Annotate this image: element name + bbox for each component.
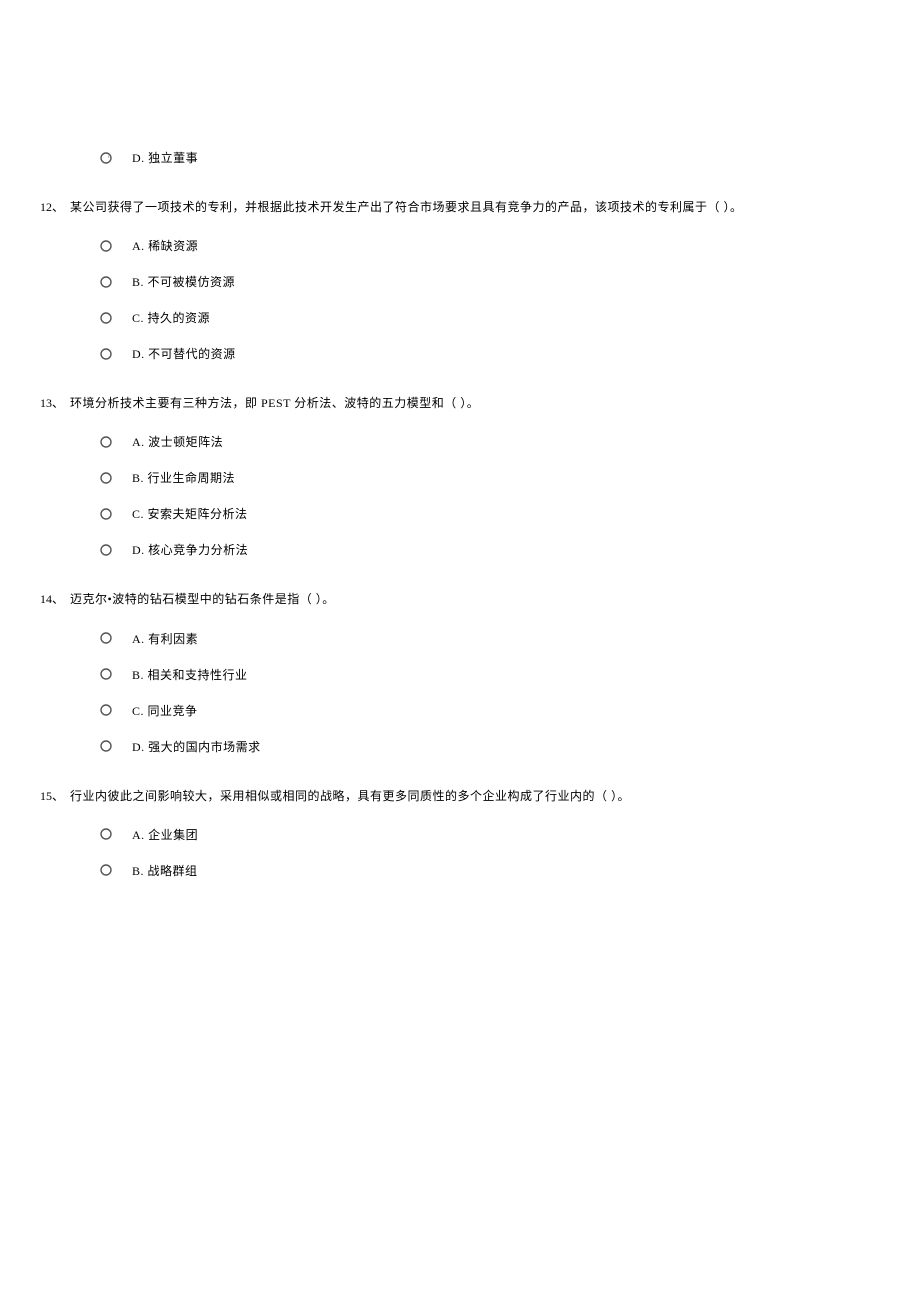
option-text: C. 安索夫矩阵分析法 (132, 505, 248, 522)
answer-option: A. 稀缺资源 (100, 237, 880, 254)
radio-icon[interactable] (100, 472, 112, 484)
option-value: 战略群组 (148, 864, 198, 878)
option-label: D. (132, 151, 145, 165)
answer-option: B. 战略群组 (100, 862, 880, 879)
option-value: 有利因素 (148, 632, 198, 646)
radio-icon[interactable] (100, 312, 112, 324)
answer-option: D. 不可替代的资源 (100, 345, 880, 362)
option-label: C. (132, 704, 144, 718)
option-text: B. 相关和支持性行业 (132, 666, 248, 683)
answer-option: B. 不可被模仿资源 (100, 273, 880, 290)
option-label: A. (132, 435, 145, 449)
option-value: 同业竞争 (148, 704, 198, 718)
answer-option: D. 独立董事 (100, 149, 880, 166)
option-text: D. 强大的国内市场需求 (132, 738, 261, 755)
question-text: 环境分析技术主要有三种方法，即 PEST 分析法、波特的五力模型和（ ）。 (70, 394, 880, 413)
question-text: 迈克尔•波特的钻石模型中的钻石条件是指（ ）。 (70, 590, 880, 609)
question: 15、 行业内彼此之间影响较大，采用相似或相同的战略，具有更多同质性的多个企业构… (40, 787, 880, 806)
question-text: 某公司获得了一项技术的专利，并根据此技术开发生产出了符合市场要求且具有竞争力的产… (70, 198, 880, 217)
option-text: A. 有利因素 (132, 630, 198, 647)
option-text: A. 稀缺资源 (132, 237, 198, 254)
option-text: A. 企业集团 (132, 826, 198, 843)
option-value: 相关和支持性行业 (148, 668, 248, 682)
radio-icon[interactable] (100, 740, 112, 752)
option-value: 独立董事 (148, 151, 198, 165)
answer-option: A. 有利因素 (100, 630, 880, 647)
option-text: C. 持久的资源 (132, 309, 210, 326)
radio-icon[interactable] (100, 508, 112, 520)
option-value: 核心竞争力分析法 (148, 543, 248, 557)
radio-icon[interactable] (100, 704, 112, 716)
page: D. 独立董事 12、 某公司获得了一项技术的专利，并根据此技术开发生产出了符合… (0, 0, 920, 1302)
option-label: C. (132, 311, 144, 325)
option-label: A. (132, 828, 145, 842)
question-number: 15、 (40, 787, 70, 804)
option-text: B. 战略群组 (132, 862, 198, 879)
radio-icon[interactable] (100, 348, 112, 360)
question: 13、 环境分析技术主要有三种方法，即 PEST 分析法、波特的五力模型和（ ）… (40, 394, 880, 413)
option-label: D. (132, 347, 145, 361)
question-number: 14、 (40, 590, 70, 607)
option-value: 强大的国内市场需求 (148, 740, 261, 754)
answer-option: C. 持久的资源 (100, 309, 880, 326)
radio-icon[interactable] (100, 436, 112, 448)
option-text: C. 同业竞争 (132, 702, 198, 719)
answer-option: C. 安索夫矩阵分析法 (100, 505, 880, 522)
option-label: C. (132, 507, 144, 521)
radio-icon[interactable] (100, 864, 112, 876)
option-value: 安索夫矩阵分析法 (148, 507, 248, 521)
radio-icon[interactable] (100, 276, 112, 288)
answer-option: C. 同业竞争 (100, 702, 880, 719)
question: 12、 某公司获得了一项技术的专利，并根据此技术开发生产出了符合市场要求且具有竞… (40, 198, 880, 217)
radio-icon[interactable] (100, 544, 112, 556)
option-value: 企业集团 (148, 828, 198, 842)
option-label: A. (132, 632, 145, 646)
option-label: B. (132, 471, 144, 485)
option-value: 稀缺资源 (148, 239, 198, 253)
option-label: B. (132, 275, 144, 289)
option-text: B. 不可被模仿资源 (132, 273, 235, 290)
question-number: 12、 (40, 198, 70, 215)
option-text: D. 核心竞争力分析法 (132, 541, 248, 558)
option-text: A. 波士顿矩阵法 (132, 433, 223, 450)
answer-option: B. 行业生命周期法 (100, 469, 880, 486)
answer-option: D. 核心竞争力分析法 (100, 541, 880, 558)
option-label: D. (132, 740, 145, 754)
option-label: A. (132, 239, 145, 253)
answer-option: D. 强大的国内市场需求 (100, 738, 880, 755)
question-text: 行业内彼此之间影响较大，采用相似或相同的战略，具有更多同质性的多个企业构成了行业… (70, 787, 880, 806)
answer-option: A. 企业集团 (100, 826, 880, 843)
option-value: 不可被模仿资源 (148, 275, 236, 289)
radio-icon[interactable] (100, 632, 112, 644)
option-text: D. 不可替代的资源 (132, 345, 236, 362)
question-number: 13、 (40, 394, 70, 411)
answer-option: B. 相关和支持性行业 (100, 666, 880, 683)
radio-icon[interactable] (100, 828, 112, 840)
radio-icon[interactable] (100, 668, 112, 680)
answer-option: A. 波士顿矩阵法 (100, 433, 880, 450)
option-value: 波士顿矩阵法 (148, 435, 223, 449)
option-label: B. (132, 864, 144, 878)
option-label: D. (132, 543, 145, 557)
option-value: 不可替代的资源 (148, 347, 236, 361)
radio-icon[interactable] (100, 240, 112, 252)
option-text: D. 独立董事 (132, 149, 198, 166)
option-value: 行业生命周期法 (148, 471, 236, 485)
radio-icon[interactable] (100, 152, 112, 164)
option-value: 持久的资源 (148, 311, 211, 325)
option-text: B. 行业生命周期法 (132, 469, 235, 486)
option-label: B. (132, 668, 144, 682)
question: 14、 迈克尔•波特的钻石模型中的钻石条件是指（ ）。 (40, 590, 880, 609)
